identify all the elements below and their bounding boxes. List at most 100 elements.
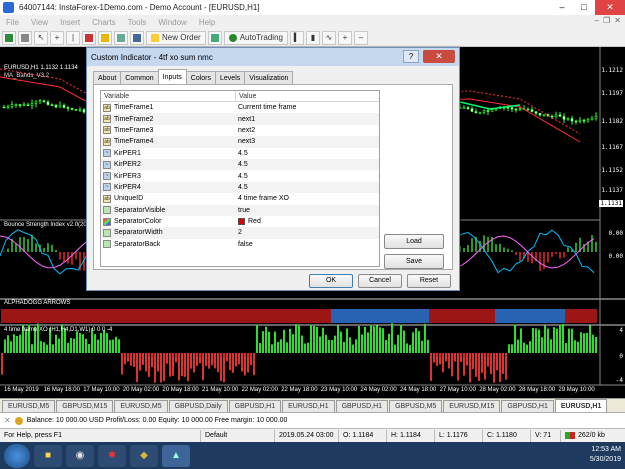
dialog-close-icon[interactable]: ✕	[423, 50, 455, 63]
chart-tab[interactable]: EURUSD,M5	[2, 400, 56, 412]
data-window-icon[interactable]	[114, 30, 128, 45]
input-value[interactable]: next3	[236, 136, 379, 148]
input-value[interactable]: next2	[236, 125, 379, 136]
candle-body	[34, 101, 38, 104]
input-value-text: Current time frame	[238, 104, 297, 112]
metatrader-icon[interactable]: ▲	[162, 444, 190, 467]
profiles-icon[interactable]	[18, 30, 32, 45]
terminal-close-icon[interactable]: ✕	[4, 416, 11, 425]
input-row[interactable]: ab TimeFrame4 next3	[101, 136, 379, 148]
input-row[interactable]: ~ KirPER4 4.5	[101, 181, 379, 194]
price-tick: 1.1197	[601, 90, 623, 97]
price-tick: 1.1182	[601, 118, 623, 125]
chart-tab[interactable]: EURUSD,H1	[554, 399, 608, 412]
chart-tab[interactable]: EURUSD,M5	[114, 400, 168, 412]
input-value[interactable]: 4.5	[236, 148, 379, 159]
menu-help[interactable]: Help	[193, 18, 221, 27]
close-icon[interactable]: ✕	[595, 0, 625, 15]
cancel-button[interactable]: Cancel	[358, 274, 402, 288]
mdi-restore-icon[interactable]: ❐	[603, 16, 610, 25]
chart-tab[interactable]: EURUSD,M15	[443, 400, 501, 412]
candle-body	[490, 109, 494, 112]
zoom-out-icon[interactable]: –	[353, 30, 368, 45]
chart-tab[interactable]: GBPUSD,Daily	[168, 400, 228, 412]
cursor-icon[interactable]: ↖	[34, 30, 48, 45]
maximize-icon[interactable]: □	[573, 0, 595, 15]
input-value[interactable]: Current time frame	[236, 102, 379, 113]
help-button[interactable]: ?	[403, 50, 419, 63]
new-chart-icon[interactable]	[2, 30, 16, 45]
app-red-icon[interactable]: ✱	[98, 444, 126, 467]
line-chart-icon[interactable]: ∿	[321, 30, 336, 45]
tab-common[interactable]: Common	[120, 71, 159, 84]
input-value[interactable]: 2	[236, 227, 379, 239]
navigator-icon[interactable]	[98, 30, 112, 45]
input-value[interactable]: false	[236, 239, 379, 250]
chart-tab[interactable]: GBPUSD,H1	[228, 400, 282, 412]
input-value[interactable]: 4.5	[236, 170, 379, 181]
input-row[interactable]: ~ KirPER3 4.5	[101, 170, 379, 181]
bsi-level: 0.00	[608, 253, 623, 260]
chart-tab[interactable]: EURUSD,H1	[282, 400, 335, 412]
input-row[interactable]: ~ KirPER1 4.5	[101, 148, 379, 159]
input-row[interactable]: ab TimeFrame1 Current time frame	[101, 102, 379, 113]
input-row[interactable]: ab TimeFrame2 next1	[101, 113, 379, 125]
candle-body	[542, 114, 546, 116]
new-order-button[interactable]: New Order	[146, 30, 206, 45]
chart-tab[interactable]: GBPUSD,M15	[56, 400, 114, 412]
input-value[interactable]: 4.5	[236, 181, 379, 194]
ok-button[interactable]: OK	[309, 274, 353, 288]
app-yellow-icon[interactable]: ◆	[130, 444, 158, 467]
crosshair-icon[interactable]: +	[50, 30, 64, 45]
save-button[interactable]: Save	[384, 254, 444, 269]
input-variable: SeparatorColor	[101, 216, 236, 227]
menu-window[interactable]: Window	[152, 18, 192, 27]
tab-visualization[interactable]: Visualization	[244, 71, 294, 84]
tab-levels[interactable]: Levels	[215, 71, 246, 84]
menu-view[interactable]: View	[25, 18, 54, 27]
color-swatch[interactable]	[238, 218, 245, 226]
input-row[interactable]: SeparatorWidth 2	[101, 227, 379, 239]
vertical-line-icon[interactable]: |	[66, 30, 80, 45]
tab-colors[interactable]: Colors	[185, 71, 217, 84]
metaeditor-icon[interactable]	[207, 30, 222, 45]
menu-insert[interactable]: Insert	[54, 18, 86, 27]
zoom-in-icon[interactable]: +	[337, 30, 352, 45]
input-value[interactable]: true	[236, 204, 379, 216]
terminal-icon[interactable]	[130, 30, 144, 45]
chart-tab[interactable]: GBPUSD,M5	[389, 400, 443, 412]
start-button[interactable]	[4, 443, 30, 468]
candles-icon[interactable]: ▮	[305, 30, 320, 45]
candle-body	[62, 104, 66, 108]
input-value[interactable]: next1	[236, 113, 379, 125]
input-value[interactable]: Red	[236, 216, 379, 227]
menu-tools[interactable]: Tools	[122, 18, 153, 27]
input-row[interactable]: ~ KirPER2 4.5	[101, 158, 379, 171]
autotrading-label: AutoTrading	[239, 33, 283, 42]
menu-charts[interactable]: Charts	[86, 18, 122, 27]
input-value-text: 2	[238, 229, 242, 237]
bar-chart-icon[interactable]: ▍	[289, 30, 304, 45]
input-row[interactable]: SeparatorBack false	[101, 239, 379, 250]
tab-about[interactable]: About	[93, 71, 122, 84]
chart-tab[interactable]: GBPUSD,H1	[501, 400, 554, 412]
mdi-minimize-icon[interactable]: –	[595, 16, 599, 25]
tab-inputs[interactable]: Inputs	[157, 69, 187, 84]
input-row[interactable]: SeparatorVisible true	[101, 204, 379, 216]
minimize-icon[interactable]: –	[551, 0, 573, 15]
input-value[interactable]: 4 time frame XO	[236, 193, 379, 204]
load-button[interactable]: Load	[384, 234, 444, 249]
chrome-icon[interactable]: ◉	[66, 444, 94, 467]
input-row[interactable]: SeparatorColor Red	[101, 216, 379, 227]
input-row[interactable]: ab TimeFrame3 next2	[101, 125, 379, 136]
market-watch-icon[interactable]	[82, 30, 96, 45]
autotrading-button[interactable]: AutoTrading	[223, 30, 288, 45]
mdi-close-icon[interactable]: ✕	[614, 16, 621, 25]
chart-tab[interactable]: GBPUSD,H1	[335, 400, 389, 412]
explorer-icon[interactable]: ■	[34, 444, 62, 467]
input-row[interactable]: ab UniqueID 4 time frame XO	[101, 193, 379, 204]
menu-file[interactable]: File	[0, 18, 25, 27]
input-value-text: next2	[238, 126, 256, 134]
input-value[interactable]: 4.5	[236, 158, 379, 171]
reset-button[interactable]: Reset	[407, 274, 451, 288]
